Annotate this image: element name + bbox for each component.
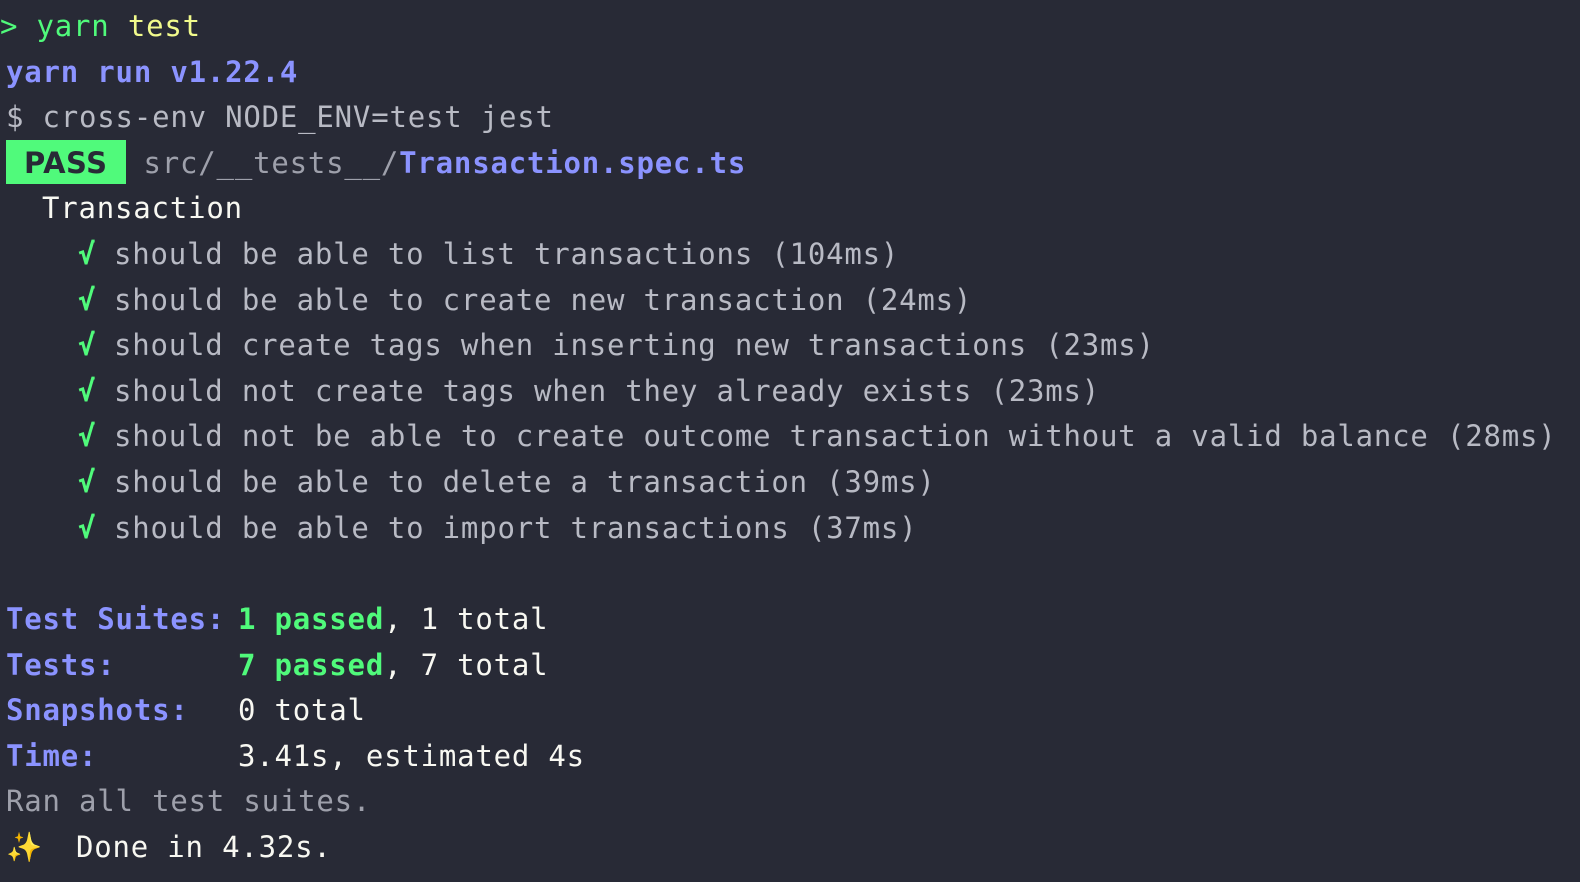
done-line: ✨ Done in 4.32s. [6,825,332,869]
test-result-row: √ should be able to list transactions (10… [78,232,899,276]
test-path-prefix: src/__tests__/ [143,146,400,180]
time-value: 3.41s, estimated 4s [238,739,585,773]
test-label: should be able to delete a transaction (… [114,465,936,499]
test-result-row: √ should be able to create new transactio… [78,278,972,322]
yarn-version: yarn run v1.22.4 [6,55,299,89]
snapshots-label: Snapshots: [6,693,189,727]
script-line: $ cross-env NODE_ENV=test jest [6,100,554,134]
command-name: yarn [36,9,110,43]
command-line: > yarn test [0,4,201,48]
done-text: Done in 4.32s. [76,830,332,864]
test-filename: Transaction.spec.ts [399,146,747,180]
test-result-row: √ should be able to delete a transaction … [78,460,936,504]
check-icon: √ [78,282,97,317]
summary-tests: Tests: 7 passed, 7 total [6,643,548,687]
check-icon: √ [78,237,97,271]
suites-total: , 1 total [384,602,549,636]
test-label: should create tags when inserting new tr… [114,328,1155,363]
test-result-row: √ should not be able to create outcome tr… [78,414,1557,458]
check-icon: √ [78,510,97,545]
check-icon: √ [78,419,97,454]
summary-time: Time: 3.41s, estimated 4s [6,734,585,778]
check-icon: √ [78,373,97,408]
terminal-window: > yarn test yarn run v1.22.4 $ cross-env… [0,0,1580,882]
test-label: should not be able to create outcome tra… [114,419,1557,454]
suites-label: Test Suites: [6,602,226,636]
test-label: should be able to import transactions (3… [114,510,918,545]
test-result-row: √ should create tags when inserting new t… [78,323,1155,367]
result-line: PASS src/__tests__/Transaction.spec.ts [6,140,746,184]
time-label: Time: [6,739,98,773]
test-label: should be able to create new transaction… [114,282,973,317]
snapshots-value: 0 total [238,693,366,727]
test-result-row: √ should be able to import transactions (… [78,506,917,550]
test-label: should not create tags when they already… [114,373,1101,408]
test-label: should be able to list transactions (104… [114,237,900,271]
check-icon: √ [78,465,97,499]
tests-passed: 7 passed [238,648,385,682]
suites-passed: 1 passed [238,602,385,636]
tests-label: Tests: [6,648,116,682]
ran-all-line: Ran all test suites. [6,784,372,818]
summary-suites: Test Suites: 1 passed, 1 total [6,597,548,641]
command-arg: test [127,9,201,43]
tests-total: , 7 total [384,648,549,682]
check-icon: √ [78,328,97,363]
sparkles-icon: ✨ [6,830,43,864]
suite-name: Transaction [42,191,243,225]
summary-snapshots: Snapshots: 0 total [6,688,366,732]
prompt-icon: > [0,9,37,43]
pass-badge: PASS [6,140,126,184]
test-result-row: √ should not create tags when they alread… [78,369,1100,413]
